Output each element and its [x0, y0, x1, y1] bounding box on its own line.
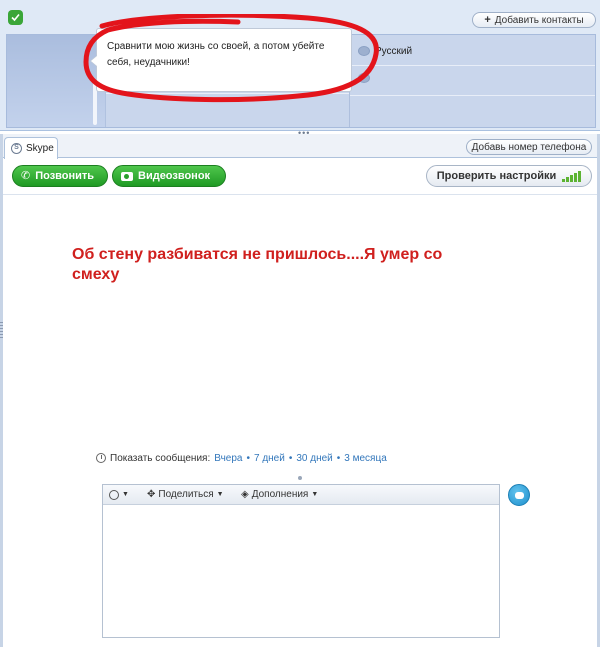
language-row: Русский: [358, 44, 412, 58]
history-link-yesterday[interactable]: Вчера: [214, 453, 242, 464]
check-settings-button[interactable]: Проверить настройки: [426, 165, 592, 187]
clock-icon: [96, 453, 106, 463]
mood-message-text: Сравнити мою жизнь со своей, а потом убе…: [107, 41, 325, 68]
overlay-caption: Об стену разбиватся не пришлось....Я уме…: [72, 246, 443, 283]
call-button[interactable]: ✆ Позвонить: [12, 165, 108, 187]
extras-label: Дополнения: [251, 489, 309, 500]
speech-icon: [358, 46, 370, 56]
plus-icon: +: [484, 14, 491, 26]
history-separator: •: [288, 452, 293, 464]
share-button[interactable]: ✥ Поделиться ▼: [147, 489, 224, 500]
chat-bubble-icon: [514, 491, 524, 499]
chevron-down-icon: ▼: [311, 491, 319, 498]
language-label: Русский: [375, 45, 413, 57]
video-call-button[interactable]: Видеозвонок: [112, 165, 226, 187]
grid-divider: [106, 93, 349, 94]
tab-label: Skype: [26, 143, 54, 154]
contact-profile-strip: + Добавить контакты Сравнити мою жизнь с…: [0, 0, 600, 131]
history-link-30-days[interactable]: 30 дней: [296, 453, 332, 464]
history-separator: •: [246, 452, 250, 464]
send-message-button[interactable]: [508, 484, 530, 506]
history-separator: •: [336, 452, 341, 464]
chevron-down-icon: ▼: [122, 491, 129, 498]
call-label: Позвонить: [35, 170, 95, 182]
add-phone-label: Добавь номер телефона: [471, 141, 587, 153]
history-links-row: Показать сообщения: Вчера • 7 дней • 30 …: [96, 451, 387, 465]
share-icon: ✥: [147, 489, 156, 500]
phone-icon: ✆: [21, 169, 31, 182]
chevron-down-icon: ▼: [216, 491, 224, 498]
extras-icon: ◈: [241, 489, 249, 500]
message-compose-box: ▼ ✥ Поделиться ▼ ◈ Дополнения ▼: [102, 484, 500, 638]
add-contacts-button[interactable]: + Добавить контакты: [472, 12, 596, 28]
call-toolbar: ✆ Позвонить Видеозвонок Проверить настро…: [0, 159, 600, 195]
history-link-3-months[interactable]: 3 месяца: [344, 453, 386, 464]
grid-divider: [350, 65, 595, 66]
skype-online-icon[interactable]: [8, 10, 23, 25]
sidebar-resize-handle[interactable]: [0, 322, 3, 340]
signal-bars-icon: [562, 170, 582, 182]
skype-logo-icon: S: [11, 143, 22, 154]
mood-message-bubble[interactable]: Сравнити мою жизнь со своей, а потом убе…: [90, 28, 352, 92]
emoticon-button[interactable]: ▼: [109, 489, 129, 500]
camera-icon: [121, 171, 133, 181]
share-label: Поделиться: [158, 489, 214, 500]
tab-skype[interactable]: S Skype: [4, 137, 58, 159]
avatar[interactable]: [7, 35, 105, 127]
compose-resize-grip[interactable]: [298, 476, 302, 480]
history-link-7-days[interactable]: 7 дней: [254, 453, 285, 464]
speech-icon: [358, 73, 370, 83]
smiley-icon: [109, 489, 119, 500]
add-phone-button[interactable]: Добавь номер телефона: [466, 139, 592, 155]
grid-divider: [350, 95, 595, 96]
left-frame-border: [0, 134, 3, 647]
extras-button[interactable]: ◈ Дополнения ▼: [241, 489, 318, 500]
compose-toolbar: ▼ ✥ Поделиться ▼ ◈ Дополнения ▼: [103, 485, 499, 505]
add-contacts-label: Добавить контакты: [494, 14, 584, 26]
speech-icon-secondary: [358, 73, 370, 83]
video-label: Видеозвонок: [138, 170, 211, 182]
message-input[interactable]: [103, 506, 499, 637]
history-label: Показать сообщения:: [110, 452, 211, 464]
check-settings-label: Проверить настройки: [436, 170, 557, 182]
